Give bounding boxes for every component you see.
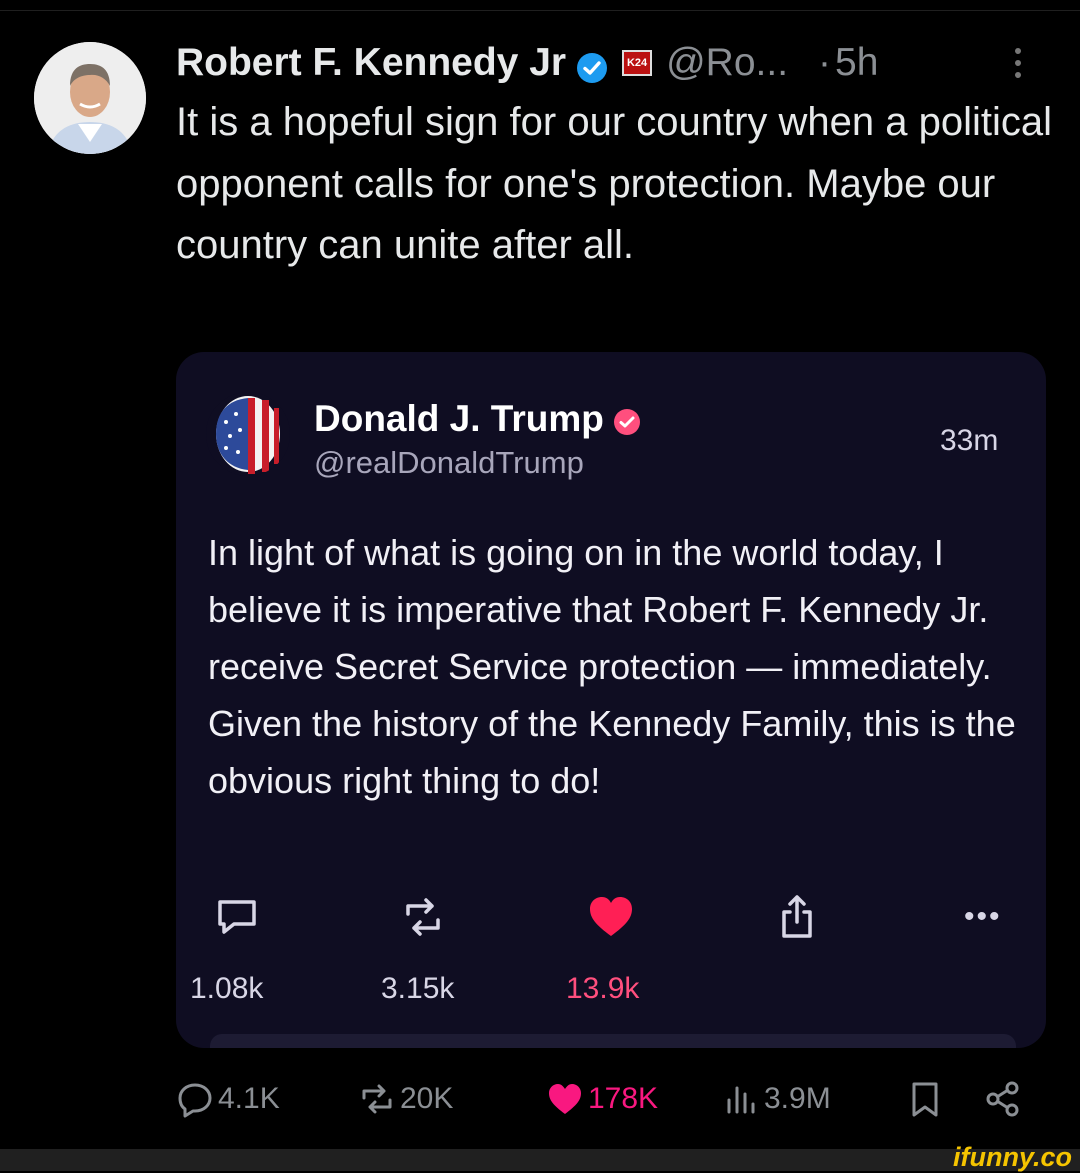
bottom-bar	[0, 1149, 1080, 1171]
repost-count: 20K	[400, 1082, 454, 1115]
quoted-post-card[interactable]: Donald J. Trump @realDonaldTrump 33m In …	[176, 352, 1046, 1048]
heart-icon	[549, 1084, 581, 1114]
like-count: 178K	[588, 1082, 659, 1115]
card-bottom-strip	[210, 1034, 1016, 1048]
tweet-text: It is a hopeful sign for our country whe…	[176, 100, 1053, 267]
repost-icon[interactable]	[398, 892, 448, 942]
share-icon[interactable]	[772, 892, 822, 942]
quoted-author-avatar[interactable]	[206, 392, 290, 476]
quoted-author-handle[interactable]: @realDonaldTrump	[314, 445, 584, 481]
top-divider	[0, 10, 1080, 11]
repost-icon	[362, 1084, 392, 1114]
view-count: 3.9M	[764, 1082, 831, 1115]
watermark: ifunny.co	[953, 1142, 1072, 1172]
views-button[interactable]: 3.9M	[722, 1080, 831, 1118]
quoted-author-name[interactable]: Donald J. Trump	[314, 398, 604, 440]
quoted-more-icon[interactable]: •••	[964, 900, 1002, 934]
verified-icon	[612, 404, 642, 435]
tweet-time[interactable]: 5h	[835, 38, 878, 88]
verified-icon	[576, 47, 608, 83]
quoted-author-name-row: Donald J. Trump	[314, 398, 642, 440]
author-handle[interactable]: @Ro...	[666, 38, 788, 88]
quoted-text: In light of what is going on in the worl…	[208, 532, 1016, 801]
tweet-action-bar: 4.1K 20K 178K 3.9M	[0, 1080, 1080, 1126]
share-network-icon	[986, 1081, 1019, 1117]
like-button[interactable]: 178K	[546, 1080, 658, 1118]
bookmark-icon	[912, 1082, 938, 1117]
reply-icon	[178, 1083, 212, 1118]
share-button[interactable]	[984, 1080, 1026, 1118]
quoted-repost-count: 3.15k	[381, 972, 455, 1005]
quoted-reply-count: 1.08k	[190, 972, 264, 1005]
affiliation-badge: K24	[622, 50, 653, 76]
quoted-time: 33m	[940, 424, 999, 457]
more-options-icon[interactable]	[1014, 48, 1022, 80]
separator: ·	[818, 41, 832, 84]
author-avatar[interactable]	[34, 42, 146, 154]
author-name[interactable]: Robert F. Kennedy Jr	[176, 38, 566, 88]
quoted-like-count: 13.9k	[566, 972, 640, 1005]
reply-icon[interactable]	[212, 892, 262, 942]
bookmark-button[interactable]	[906, 1080, 948, 1118]
heart-icon[interactable]	[586, 892, 636, 942]
views-icon	[727, 1086, 755, 1114]
reply-count: 4.1K	[218, 1082, 280, 1115]
tweet-header: Robert F. Kennedy Jr K24 @Ro... · 5h	[176, 38, 878, 88]
reply-button[interactable]: 4.1K	[176, 1080, 280, 1118]
repost-button[interactable]: 20K	[358, 1080, 453, 1118]
